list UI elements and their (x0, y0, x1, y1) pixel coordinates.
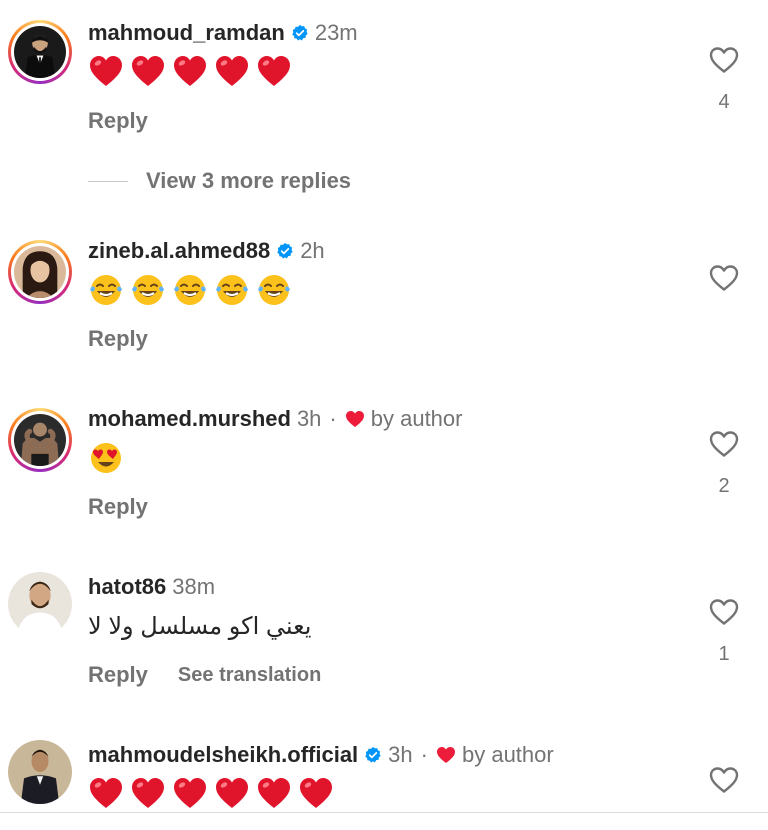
separator-dot: · (329, 406, 337, 431)
tears-of-joy-icon (88, 272, 124, 308)
avatar[interactable] (8, 20, 72, 84)
like-count: 1 (718, 643, 730, 665)
tears-of-joy-icon (214, 272, 250, 308)
heart-eyes-icon (88, 440, 124, 476)
heart-outline-icon[interactable] (708, 596, 740, 628)
bottom-divider (0, 812, 768, 813)
red-heart-icon (298, 776, 334, 812)
comment-time: 23m (314, 20, 358, 45)
author-heart-icon (345, 409, 365, 429)
comment-body (88, 774, 334, 814)
username[interactable]: mohamed.murshed (88, 406, 291, 432)
red-heart-icon (172, 776, 208, 812)
comment-time: 38m (172, 574, 216, 599)
tears-of-joy-icon (256, 272, 292, 308)
avatar[interactable] (8, 740, 72, 804)
comment-actions: Reply See translation (88, 660, 321, 690)
reply-button[interactable]: Reply (88, 108, 148, 134)
red-heart-icon (214, 776, 250, 812)
username[interactable]: mahmoud_ramdan (88, 20, 285, 46)
comment-body (88, 52, 292, 92)
red-heart-icon (214, 54, 250, 90)
comment-actions: Reply (88, 492, 148, 522)
comment-actions: Reply (88, 324, 148, 354)
red-heart-icon (88, 54, 124, 90)
heart-outline-icon[interactable] (708, 428, 740, 460)
by-author-label: by author (370, 406, 463, 431)
separator-dot: · (420, 742, 428, 767)
heart-outline-icon[interactable] (708, 262, 740, 294)
author-heart-icon (436, 745, 456, 765)
reply-button[interactable]: Reply (88, 494, 148, 520)
avatar-image (8, 572, 72, 636)
comment-time: 2h (300, 238, 325, 263)
red-heart-icon (172, 54, 208, 90)
verified-badge-icon (291, 24, 309, 42)
emoji-row (88, 54, 292, 90)
comment-time: 3h (388, 742, 413, 767)
like-area: 4 (706, 44, 742, 114)
like-area (706, 262, 742, 332)
like-area (706, 764, 742, 796)
like-count: 4 (718, 91, 730, 113)
red-heart-icon (130, 54, 166, 90)
avatar-image (14, 26, 66, 78)
comment-header: hatot86 38m (88, 572, 215, 602)
view-more-replies-label: View 3 more replies (146, 168, 352, 193)
like-area: 1 (706, 596, 742, 666)
like-count: 2 (718, 475, 730, 497)
red-heart-icon (256, 54, 292, 90)
red-heart-icon (88, 776, 124, 812)
avatar[interactable] (8, 408, 72, 472)
by-author-label: by author (461, 742, 554, 767)
avatar-image (8, 740, 72, 804)
username[interactable]: mahmoudelsheikh.official (88, 742, 358, 768)
comment-time: 3h (296, 406, 322, 431)
tears-of-joy-icon (130, 272, 166, 308)
username[interactable]: zineb.al.ahmed88 (88, 238, 270, 264)
comment-body: يعني اكو مسلسل ولا لا (88, 606, 311, 646)
emoji-row (88, 776, 334, 812)
comment-actions: Reply (88, 106, 148, 136)
replies-divider-line (88, 180, 128, 182)
comment-body (88, 270, 292, 310)
comment-text: يعني اكو مسلسل ولا لا (88, 612, 312, 640)
heart-outline-icon[interactable] (708, 44, 740, 76)
comment-body (88, 438, 124, 478)
emoji-row (88, 272, 292, 308)
avatar[interactable] (8, 240, 72, 304)
see-translation-button[interactable]: See translation (178, 664, 321, 687)
tears-of-joy-icon (172, 272, 208, 308)
comment-header: mahmoud_ramdan 23m (88, 18, 358, 48)
comment-header: zineb.al.ahmed88 2h (88, 236, 325, 266)
avatar-image (14, 414, 66, 466)
like-area: 2 (706, 428, 742, 498)
reply-button[interactable]: Reply (88, 326, 148, 352)
avatar-image (14, 246, 66, 298)
username[interactable]: hatot86 (88, 574, 166, 600)
emoji-row (88, 440, 124, 476)
red-heart-icon (256, 776, 292, 812)
verified-badge-icon (276, 242, 294, 260)
avatar[interactable] (8, 572, 72, 636)
comment-header: mohamed.murshed 3h · by author (88, 404, 462, 434)
like-count (706, 308, 742, 332)
view-more-replies-button[interactable]: View 3 more replies (88, 166, 351, 196)
reply-button[interactable]: Reply (88, 662, 148, 688)
verified-badge-icon (364, 746, 382, 764)
red-heart-icon (130, 776, 166, 812)
comment-header: mahmoudelsheikh.official 3h · by author (88, 740, 554, 770)
heart-outline-icon[interactable] (708, 764, 740, 796)
